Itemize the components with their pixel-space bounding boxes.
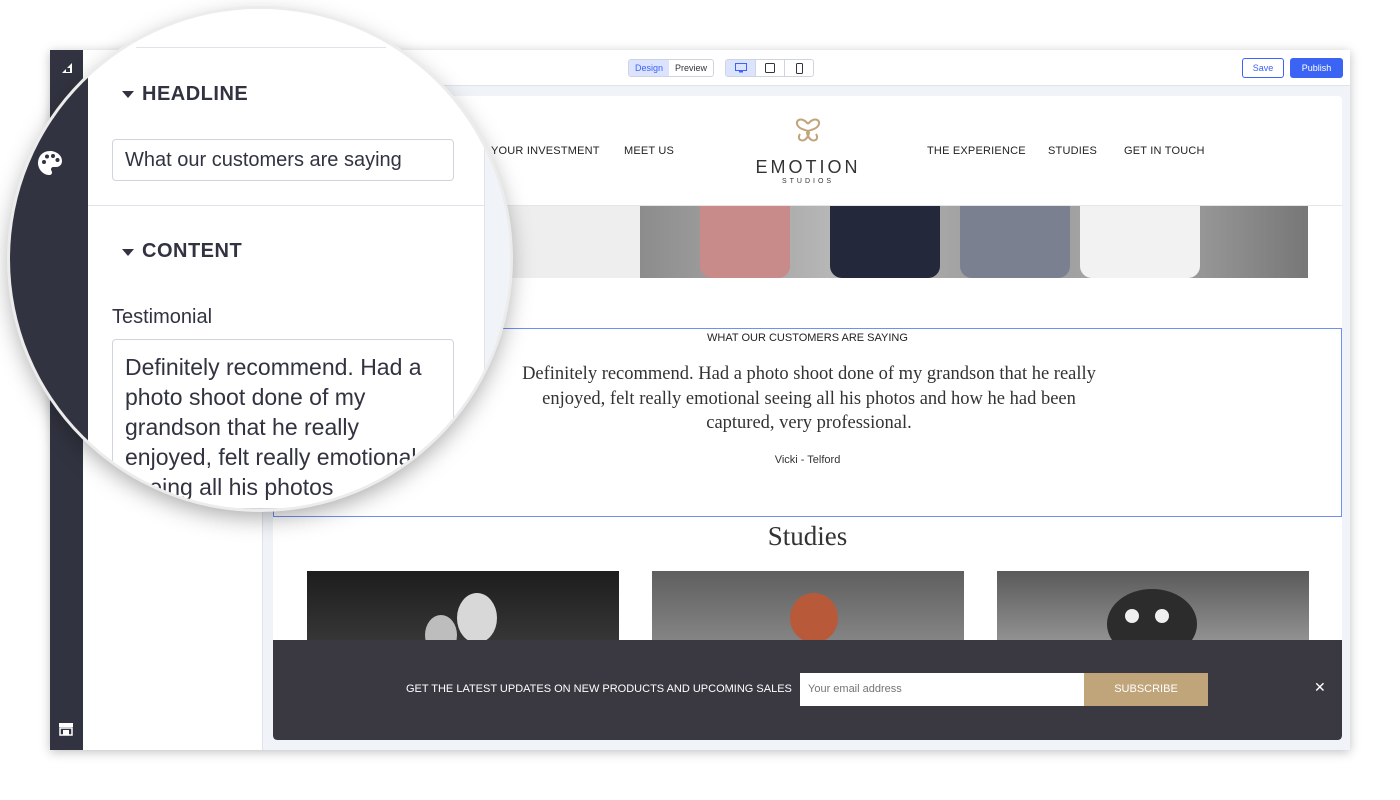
mobile-icon[interactable] xyxy=(784,60,813,76)
app-sidebar-zoomed xyxy=(10,9,88,509)
logo-mark-icon xyxy=(796,118,820,142)
logo-subtitle: STUDIOS xyxy=(781,178,835,185)
newsletter-bar: GET THE LATEST UPDATES ON NEW PRODUCTS A… xyxy=(273,640,1342,740)
nav-link-get-in-touch[interactable]: GET IN TOUCH xyxy=(1124,145,1205,157)
subscribe-button[interactable]: SUBSCRIBE xyxy=(1084,673,1208,706)
desktop-icon[interactable] xyxy=(726,60,755,76)
divider xyxy=(88,205,485,206)
design-tab[interactable]: Design xyxy=(629,60,670,76)
email-input[interactable] xyxy=(800,673,1084,706)
study-image[interactable] xyxy=(652,571,964,651)
content-section-toggle[interactable]: CONTENT xyxy=(142,240,242,263)
screen: Design Preview Save Publish YOUR INVESTM… xyxy=(0,0,1400,800)
study-image[interactable] xyxy=(307,571,619,651)
zoom-magnifier: HEADLINE What our customers are saying C… xyxy=(10,9,510,509)
storefront-icon[interactable] xyxy=(58,722,74,736)
caret-down-icon[interactable] xyxy=(122,249,134,256)
tablet-icon[interactable] xyxy=(755,60,784,76)
nav-link-the-experience[interactable]: THE EXPERIENCE xyxy=(927,145,1026,157)
save-button[interactable]: Save xyxy=(1242,58,1284,78)
device-toggle xyxy=(725,59,814,77)
canvas-edge xyxy=(485,9,510,509)
testimonial-quote: Definitely recommend. Had a photo shoot … xyxy=(522,364,1096,433)
close-icon[interactable]: ✕ xyxy=(1314,680,1326,694)
headline-section-toggle[interactable]: HEADLINE xyxy=(142,83,248,106)
headline-input[interactable]: What our customers are saying xyxy=(112,139,454,181)
divider xyxy=(136,47,386,48)
testimonial-textarea[interactable]: Definitely recommend. Had a photo shoot … xyxy=(112,339,454,509)
hero-photo xyxy=(640,206,1308,278)
caret-down-icon[interactable] xyxy=(122,91,134,98)
preview-tab[interactable]: Preview xyxy=(669,60,713,76)
site-logo[interactable]: EMOTION STUDIOS xyxy=(753,114,863,185)
view-mode-toggle: Design Preview xyxy=(628,59,715,77)
nav-link-meet-us[interactable]: MEET US xyxy=(624,145,674,157)
palette-icon[interactable] xyxy=(36,149,64,177)
nav-link-studies[interactable]: STUDIES xyxy=(1048,145,1097,157)
testimonial-field-label: Testimonial xyxy=(112,306,213,328)
logo-title: EMOTION xyxy=(755,157,861,177)
newsletter-message: GET THE LATEST UPDATES ON NEW PRODUCTS A… xyxy=(406,683,792,695)
publish-button[interactable]: Publish xyxy=(1290,58,1343,78)
studies-heading: Studies xyxy=(767,521,848,551)
study-image[interactable] xyxy=(997,571,1309,651)
